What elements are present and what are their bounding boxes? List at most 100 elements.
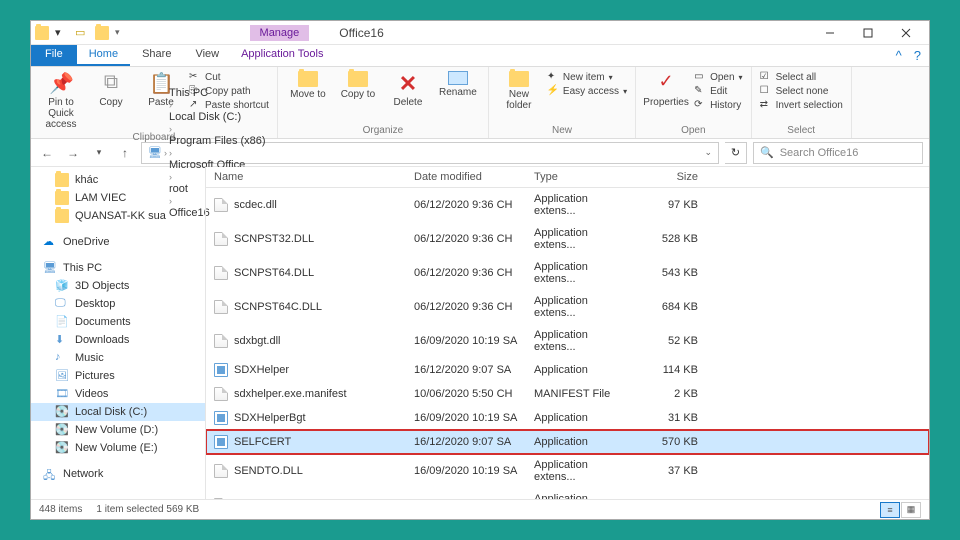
file-row[interactable]: SDXHelperBgt16/09/2020 10:19 SAApplicati… — [206, 406, 929, 430]
refresh-button[interactable]: ↻ — [725, 142, 747, 164]
file-date: 16/09/2020 10:19 SA — [406, 331, 526, 351]
file-row[interactable]: SENDTO.DLL16/09/2020 10:19 SAApplication… — [206, 454, 929, 488]
file-row[interactable]: sdxhelper.exe.manifest10/06/2020 5:50 CH… — [206, 382, 929, 406]
select-all-button[interactable]: ☑Select all — [760, 71, 843, 83]
nav-item[interactable]: 🖵Desktop — [31, 295, 205, 313]
navigation-pane[interactable]: khácLAM VIECQUANSAT-KK sua ☁OneDrive 🖥Th… — [31, 167, 206, 499]
drive-icon: ⬇ — [55, 333, 69, 347]
easy-access-button[interactable]: ⚡Easy access ▾ — [547, 85, 627, 97]
select-none-button[interactable]: ☐Select none — [760, 85, 843, 97]
nav-item[interactable]: 🖼Pictures — [31, 367, 205, 385]
up-button[interactable]: ↑ — [115, 143, 135, 163]
thumbnails-view-button[interactable]: ▦ — [901, 502, 921, 518]
file-name: SCNPST64C.DLL — [234, 301, 322, 313]
copy-to-button[interactable]: Copy to — [336, 71, 380, 100]
file-row[interactable]: SELFCERT16/12/2020 9:07 SAApplication570… — [206, 430, 929, 454]
nav-item[interactable]: 💽New Volume (E:) — [31, 439, 205, 457]
file-row[interactable]: sdxbgt.dll16/09/2020 10:19 SAApplication… — [206, 324, 929, 358]
breadcrumb-item[interactable]: Local Disk (C:) — [169, 111, 266, 123]
file-icon — [214, 266, 228, 280]
folder-icon — [55, 209, 69, 223]
move-to-button[interactable]: Move to — [286, 71, 330, 100]
nav-item[interactable]: 🎞Videos — [31, 385, 205, 403]
application-tools-tab[interactable]: Application Tools — [231, 45, 333, 66]
properties-icon[interactable]: ▭ — [75, 26, 89, 40]
new-item-button[interactable]: ✦New item ▾ — [547, 71, 627, 83]
cut-button[interactable]: ✂Cut — [189, 71, 269, 83]
nav-item[interactable]: 📄Documents — [31, 313, 205, 331]
details-view-button[interactable]: ≡ — [880, 502, 900, 518]
share-tab[interactable]: Share — [130, 45, 183, 66]
history-button[interactable]: ⟳History — [694, 99, 742, 111]
forward-button[interactable]: → — [63, 143, 83, 163]
nav-item[interactable]: 🧊3D Objects — [31, 277, 205, 295]
nav-item[interactable]: 💽Local Disk (C:) — [31, 403, 205, 421]
file-size: 570 KB — [636, 432, 706, 452]
close-button[interactable] — [887, 21, 925, 45]
nav-item[interactable]: ♪Music — [31, 349, 205, 367]
file-row[interactable]: SEQCHK10.DLL06/12/2020 9:36 CHApplicatio… — [206, 488, 929, 499]
invert-selection-button[interactable]: ⇄Invert selection — [760, 99, 843, 111]
file-size: 52 KB — [636, 331, 706, 351]
this-pc-item[interactable]: 🖥This PC — [31, 259, 205, 277]
file-list[interactable]: Name Date modified Type Size scdec.dll06… — [206, 167, 929, 499]
back-button[interactable]: ← — [37, 143, 57, 163]
file-type: Application — [526, 432, 636, 452]
copy-button[interactable]: ⧉Copy — [89, 71, 133, 108]
nav-item[interactable]: khác — [31, 171, 205, 189]
group-label: New — [497, 123, 627, 138]
maximize-button[interactable] — [849, 21, 887, 45]
nav-item[interactable]: 💽New Volume (D:) — [31, 421, 205, 439]
recent-button[interactable]: ▾ — [89, 143, 109, 163]
file-row[interactable]: SCNPST32.DLL06/12/2020 9:36 CHApplicatio… — [206, 222, 929, 256]
column-name[interactable]: Name — [206, 167, 406, 187]
manage-tab[interactable]: Manage — [250, 25, 310, 41]
file-type: Application extens... — [526, 291, 636, 323]
edit-button[interactable]: ✎Edit — [694, 85, 742, 97]
onedrive-item[interactable]: ☁OneDrive — [31, 233, 205, 251]
view-tab[interactable]: View — [183, 45, 231, 66]
new-folder-icon — [509, 71, 529, 87]
properties-button[interactable]: ✓Properties — [644, 71, 688, 108]
column-type[interactable]: Type — [526, 167, 636, 187]
nav-item[interactable]: LAM VIEC — [31, 189, 205, 207]
history-icon: ⟳ — [694, 99, 706, 111]
file-row[interactable]: SCNPST64C.DLL06/12/2020 9:36 CHApplicati… — [206, 290, 929, 324]
rename-button[interactable]: Rename — [436, 71, 480, 98]
search-input[interactable]: 🔍 Search Office16 — [753, 142, 923, 164]
breadcrumb-item[interactable]: Program Files (x86) — [169, 135, 266, 147]
breadcrumb-item[interactable]: This PC — [169, 87, 266, 99]
file-type: Application extens... — [526, 325, 636, 357]
file-size: 2 KB — [636, 384, 706, 404]
delete-button[interactable]: ✕Delete — [386, 71, 430, 108]
file-type: Application — [526, 360, 636, 380]
new-folder-button[interactable]: New folder — [497, 71, 541, 111]
file-date: 06/12/2020 9:36 CH — [406, 263, 526, 283]
nav-item[interactable]: ⬇Downloads — [31, 331, 205, 349]
file-row[interactable]: SDXHelper16/12/2020 9:07 SAApplication11… — [206, 358, 929, 382]
file-row[interactable]: SCNPST64.DLL06/12/2020 9:36 CHApplicatio… — [206, 256, 929, 290]
minimize-button[interactable] — [811, 21, 849, 45]
chevron-down-icon[interactable]: ⌄ — [704, 147, 712, 158]
network-item[interactable]: 🖧Network — [31, 465, 205, 483]
expand-ribbon-icon[interactable]: ^ — [896, 45, 902, 66]
pin-button[interactable]: 📌Pin to Quick access — [39, 71, 83, 130]
down-icon[interactable]: ▾ — [55, 26, 69, 40]
file-icon — [214, 387, 228, 401]
nav-item[interactable]: QUANSAT-KK sua — [31, 207, 205, 225]
file-row[interactable]: scdec.dll06/12/2020 9:36 CHApplication e… — [206, 188, 929, 222]
folder-icon[interactable] — [95, 26, 109, 40]
home-tab[interactable]: Home — [77, 45, 130, 66]
select-all-icon: ☑ — [760, 71, 772, 83]
drive-icon: 🖼 — [55, 369, 69, 383]
file-icon — [214, 435, 228, 449]
column-size[interactable]: Size — [636, 167, 706, 187]
help-icon[interactable]: ? — [914, 45, 921, 66]
breadcrumb[interactable]: 🖥 › This PC›Local Disk (C:)›Program File… — [141, 142, 719, 164]
pc-icon: 🖥 — [43, 261, 57, 275]
file-name: SCNPST32.DLL — [234, 233, 314, 245]
column-date[interactable]: Date modified — [406, 167, 526, 187]
chevron-down-icon: ▾ — [739, 73, 743, 82]
file-tab[interactable]: File — [31, 45, 77, 66]
open-button[interactable]: ▭Open ▾ — [694, 71, 742, 83]
